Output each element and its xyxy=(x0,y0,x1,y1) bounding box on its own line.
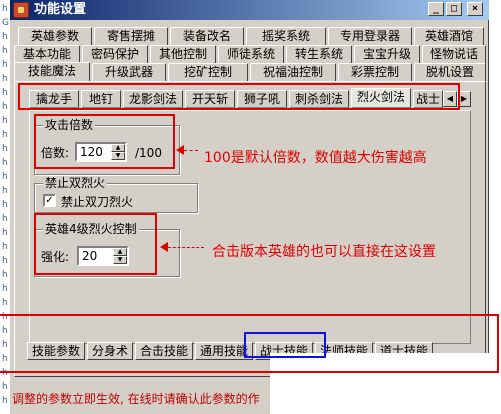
strip-char: h xyxy=(2,396,8,406)
tab-hero-params[interactable]: 英雄参数 xyxy=(18,27,92,46)
minimize-button[interactable]: _ xyxy=(428,2,444,16)
tab-lottery-control[interactable]: 彩票控制 xyxy=(338,63,412,82)
strip-char: h xyxy=(2,130,8,140)
strip-char: h xyxy=(2,214,8,224)
strip-char: h xyxy=(2,116,8,126)
strip-char: h xyxy=(2,256,8,266)
strip-char: h xyxy=(2,242,8,252)
hero-annotation: 合击版本英雄的也可以直接在这设置 xyxy=(212,244,436,260)
strip-char: h xyxy=(2,382,8,392)
strip-char: h xyxy=(2,270,8,280)
arrow-left-icon xyxy=(176,145,184,155)
strip-char: h xyxy=(2,102,8,112)
title-bar[interactable]: 功能设置 _ □ × xyxy=(10,0,489,20)
strip-char: h xyxy=(2,200,8,210)
tab-pet-upgrade[interactable]: 宝宝升级 xyxy=(354,45,420,64)
strip-char: G xyxy=(2,18,9,28)
attack-group-highlight xyxy=(34,114,175,169)
ban-double-fire-label: 禁止双刀烈火 xyxy=(61,195,134,209)
double-fire-group-title: 禁止双烈火 xyxy=(43,176,108,190)
tab-offline-settings[interactable]: 脱机设置 xyxy=(414,63,486,82)
arrow-line xyxy=(168,247,204,248)
strip-char: h xyxy=(2,172,8,182)
strip-char: h xyxy=(2,60,8,70)
strip-char: h xyxy=(2,284,8,294)
double-fire-group: 禁止双烈火 ✓ 禁止双刀烈火 xyxy=(34,176,198,213)
strip-char: h xyxy=(2,88,8,98)
warrior-tab-highlight xyxy=(244,332,326,358)
tab-rename-gear[interactable]: 装备改名 xyxy=(170,27,244,46)
strip-char: h xyxy=(2,158,8,168)
hero-group-highlight xyxy=(34,213,157,275)
tab-row-1: 英雄参数 寄售摆摊 装备改名 摇奖系统 专用登录器 英雄酒馆 xyxy=(10,27,489,46)
tab-row-3: 技能魔法 升级武器 挖矿控制 祝福油控制 彩票控制 脱机设置 xyxy=(10,62,489,82)
arrow-line xyxy=(184,150,198,151)
strip-char: h xyxy=(2,74,8,84)
window-title: 功能设置 xyxy=(34,2,87,17)
tab-rebirth-system[interactable]: 转生系统 xyxy=(286,45,352,64)
tab-bless-oil-control[interactable]: 祝福油控制 xyxy=(250,63,336,82)
tab-password-protect[interactable]: 密码保护 xyxy=(82,45,148,64)
tab-monster-talk[interactable]: 怪物说话 xyxy=(422,45,486,64)
strip-char: h xyxy=(2,46,8,56)
arrow-left-icon xyxy=(160,242,168,252)
tab-skill-magic[interactable]: 技能魔法 xyxy=(14,62,90,82)
tab-dedicated-login[interactable]: 专用登录器 xyxy=(328,27,412,46)
attack-annotation: 100是默认倍数，数值越大伤害越高 xyxy=(204,150,427,166)
tab-hero-tavern[interactable]: 英雄酒馆 xyxy=(414,27,484,46)
strip-char: h xyxy=(2,228,8,238)
strip-char: h xyxy=(2,4,8,14)
status-message: 调整的参数立即生效, 在线时请确认此参数的作 xyxy=(12,392,260,406)
app-icon xyxy=(13,2,29,18)
skill-tabs-highlight xyxy=(18,83,460,110)
strip-char: h xyxy=(2,186,8,196)
tab-mining-control[interactable]: 挖矿控制 xyxy=(168,63,248,82)
ban-double-fire-checkbox[interactable]: ✓ xyxy=(43,194,56,207)
strip-char: h xyxy=(2,144,8,154)
maximize-button[interactable]: □ xyxy=(446,2,462,16)
strip-char: h xyxy=(2,298,8,308)
tab-mentor-system[interactable]: 师徒系统 xyxy=(218,45,284,64)
tab-upgrade-weapon[interactable]: 升级武器 xyxy=(92,63,166,82)
tab-consignment[interactable]: 寄售摆摊 xyxy=(94,27,168,46)
tab-lottery-system[interactable]: 摇奖系统 xyxy=(246,27,326,46)
strip-char: h xyxy=(2,32,8,42)
tab-other-control[interactable]: 其他控制 xyxy=(150,45,216,64)
close-button[interactable]: × xyxy=(467,2,483,16)
